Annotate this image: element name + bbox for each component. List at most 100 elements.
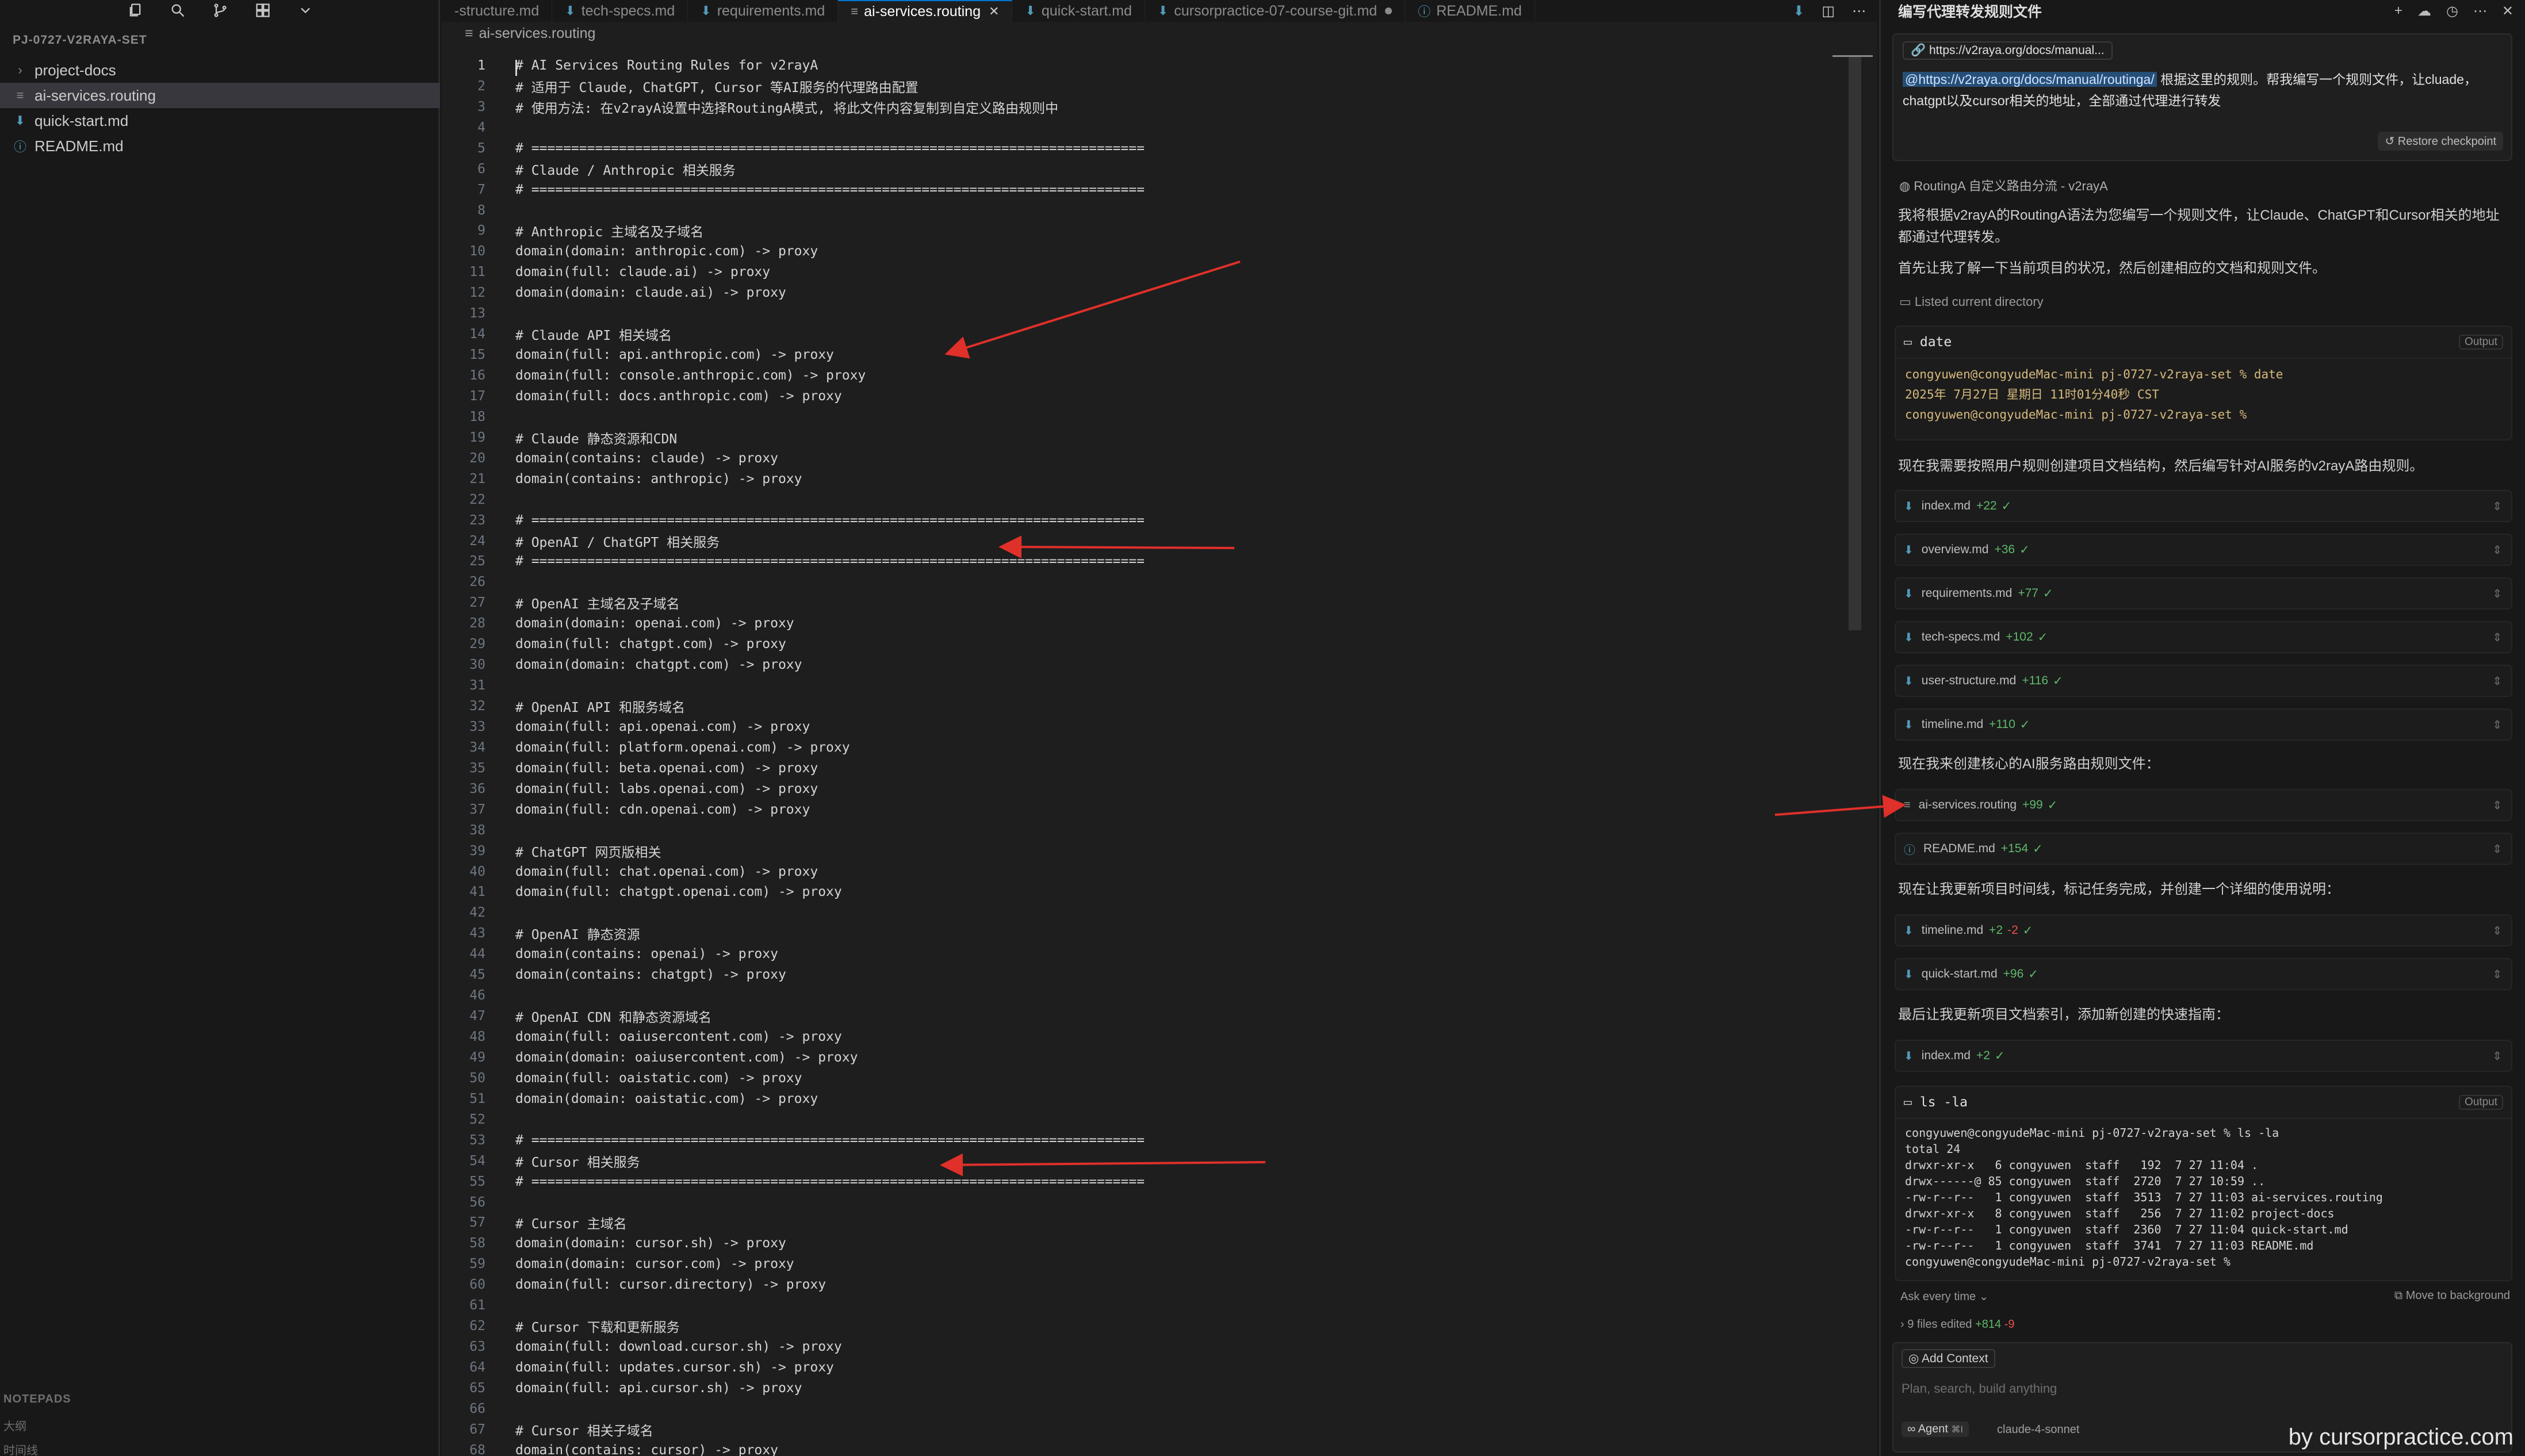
code-line[interactable]: 48 domain(full: oaiusercontent.com) -> pr…	[442, 1026, 1862, 1047]
expand-icon[interactable]: ⇕	[2492, 718, 2502, 732]
tree-item-project-docs[interactable]: › project-docs	[0, 58, 440, 83]
file-edit-row[interactable]: ⬇ timeline.md +2 -2 ✓ ⇕	[1895, 914, 2512, 947]
expand-icon[interactable]: ⇕	[2492, 630, 2502, 645]
terminal-block-ls[interactable]: ▭ ls -la Output congyuwen@congyudeMac-mini…	[1895, 1086, 2512, 1281]
code-line[interactable]: 28 domain(domain: openai.com) -> proxy	[442, 613, 1862, 634]
code-line[interactable]: 56	[442, 1192, 1862, 1213]
code-line[interactable]: 29 domain(full: chatgpt.com) -> proxy	[442, 634, 1862, 654]
tab-tech-specs[interactable]: ⬇ tech-specs.md	[552, 0, 688, 22]
code-line[interactable]: 2 # 适用于 Claude, ChatGPT, Cursor 等AI服务的代理路…	[442, 76, 1862, 97]
code-line[interactable]: 19 # Claude 静态资源和CDN	[442, 427, 1862, 448]
file-edit-row[interactable]: ⬇ index.md +2 ✓ ⇕	[1895, 1040, 2512, 1072]
split-editor-icon[interactable]: ◫	[1822, 3, 1835, 20]
code-line[interactable]: 60 domain(full: cursor.directory) -> prox…	[442, 1274, 1862, 1295]
code-line[interactable]: 49 domain(domain: oaiusercontent.com) -> …	[442, 1047, 1862, 1068]
files-icon[interactable]	[127, 2, 144, 20]
code-line[interactable]: 61	[442, 1295, 1862, 1316]
markdown-preview-icon[interactable]: ⬇	[1793, 3, 1804, 20]
restore-checkpoint-button[interactable]: ↺ Restore checkpoint	[2378, 132, 2503, 151]
code-line[interactable]: 53 # ====================================…	[442, 1130, 1862, 1151]
tab-readme[interactable]: ⓘ README.md	[1405, 0, 1535, 22]
code-line[interactable]: 67 # Cursor 相关子域名	[442, 1419, 1862, 1440]
code-line[interactable]: 55 # ====================================…	[442, 1171, 1862, 1192]
search-icon[interactable]	[169, 2, 186, 20]
code-line[interactable]: 32 # OpenAI API 和服务域名	[442, 696, 1862, 716]
code-line[interactable]: 51 domain(domain: oaistatic.com) -> proxy	[442, 1089, 1862, 1109]
code-line[interactable]: 7 # =====================================…	[442, 179, 1862, 200]
cloud-icon[interactable]: ☁	[2417, 3, 2431, 20]
file-edit-row[interactable]: ⬇ requirements.md +77 ✓ ⇕	[1895, 577, 2512, 610]
more-icon[interactable]: ⋯	[1852, 3, 1866, 20]
outline-section[interactable]: 大纲	[0, 1417, 440, 1434]
code-line[interactable]: 31	[442, 675, 1862, 696]
code-line[interactable]: 39 # ChatGPT 网页版相关	[442, 841, 1862, 861]
code-line[interactable]: 63 domain(full: download.cursor.sh) -> pr…	[442, 1336, 1862, 1357]
code-line[interactable]: 57 # Cursor 主域名	[442, 1213, 1862, 1233]
code-line[interactable]: 68 domain(contains: cursor) -> proxy	[442, 1440, 1862, 1456]
code-line[interactable]: 17 domain(full: docs.anthropic.com) -> pr…	[442, 386, 1862, 407]
code-line[interactable]: 66	[442, 1398, 1862, 1419]
code-line[interactable]: 41 domain(full: chatgpt.openai.com) -> pr…	[442, 882, 1862, 903]
code-line[interactable]: 15 domain(full: api.anthropic.com) -> pro…	[442, 344, 1862, 365]
ask-every-time-select[interactable]: Ask every time ⌄	[1900, 1289, 1988, 1304]
files-edited-summary[interactable]: › 9 files edited +814 -9	[1900, 1318, 2015, 1331]
source-control-icon[interactable]	[212, 2, 229, 20]
code-line[interactable]: 1 # AI Services Routing Rules for v2rayA	[442, 55, 1862, 76]
history-icon[interactable]: ◷	[2446, 3, 2458, 20]
code-line[interactable]: 44 domain(contains: openai) -> proxy	[442, 944, 1862, 964]
code-line[interactable]: 42	[442, 902, 1862, 923]
add-context-button[interactable]: ◎ Add Context	[1902, 1349, 1995, 1368]
file-edit-row[interactable]: ≡ ai-services.routing +99 ✓ ⇕	[1895, 789, 2512, 821]
code-line[interactable]: 46	[442, 985, 1862, 1006]
timeline-section[interactable]: 时间线	[0, 1441, 440, 1456]
tree-item-readme[interactable]: ⓘ README.md	[0, 133, 440, 159]
code-line[interactable]: 3 # 使用方法: 在v2rayA设置中选择RoutingA模式, 将此文件内容复…	[442, 97, 1862, 117]
output-badge[interactable]: Output	[2458, 335, 2503, 350]
expand-icon[interactable]: ⇕	[2492, 967, 2502, 982]
source-reference[interactable]: ◍ RoutingA 自定义路由分流 - v2rayA	[1899, 176, 2108, 194]
file-edit-row[interactable]: ⬇ quick-start.md +96 ✓ ⇕	[1895, 958, 2512, 990]
model-select[interactable]: claude-4-sonnet	[1997, 1423, 2079, 1436]
notepads-section[interactable]: NOTEPADS	[0, 1393, 440, 1406]
code-line[interactable]: 30 domain(domain: chatgpt.com) -> proxy	[442, 654, 1862, 675]
code-line[interactable]: 12 domain(domain: claude.ai) -> proxy	[442, 282, 1862, 303]
code-line[interactable]: 16 domain(full: console.anthropic.com) ->…	[442, 365, 1862, 386]
chat-input-placeholder[interactable]: Plan, search, build anything	[1902, 1381, 2057, 1396]
code-line[interactable]: 45 domain(contains: chatgpt) -> proxy	[442, 964, 1862, 985]
close-icon[interactable]: ✕	[989, 4, 999, 19]
file-edit-row[interactable]: ⬇ timeline.md +110 ✓ ⇕	[1895, 708, 2512, 741]
tool-listed-directory[interactable]: ▭ Listed current directory	[1899, 294, 2044, 309]
file-edit-row[interactable]: ⬇ index.md +22 ✓ ⇕	[1895, 490, 2512, 522]
code-line[interactable]: 50 domain(full: oaistatic.com) -> proxy	[442, 1068, 1862, 1089]
code-line[interactable]: 11 domain(full: claude.ai) -> proxy	[442, 262, 1862, 282]
code-line[interactable]: 6 # Claude / Anthropic 相关服务	[442, 159, 1862, 179]
tab-quick-start[interactable]: ⬇ quick-start.md	[1012, 0, 1145, 22]
code-line[interactable]: 13	[442, 303, 1862, 324]
move-to-background-button[interactable]: ⧉ Move to background	[2394, 1289, 2510, 1302]
expand-icon[interactable]: ⇕	[2492, 499, 2502, 514]
plus-icon[interactable]: +	[2394, 3, 2402, 19]
code-line[interactable]: 33 domain(full: api.openai.com) -> proxy	[442, 716, 1862, 737]
code-line[interactable]: 18	[442, 407, 1862, 427]
code-line[interactable]: 43 # OpenAI 静态资源	[442, 923, 1862, 944]
code-line[interactable]: 65 domain(full: api.cursor.sh) -> proxy	[442, 1378, 1862, 1398]
url-mention[interactable]: @https://v2raya.org/docs/manual/routinga…	[1903, 72, 2157, 87]
code-line[interactable]: 4	[442, 117, 1862, 138]
breadcrumb[interactable]: ≡ ai-services.routing	[442, 22, 1877, 45]
code-line[interactable]: 34 domain(full: platform.openai.com) -> p…	[442, 737, 1862, 758]
code-line[interactable]: 35 domain(full: beta.openai.com) -> proxy	[442, 758, 1862, 779]
code-line[interactable]: 24 # OpenAI / ChatGPT 相关服务	[442, 531, 1862, 551]
code-line[interactable]: 26	[442, 572, 1862, 592]
code-line[interactable]: 14 # Claude API 相关域名	[442, 324, 1862, 344]
code-line[interactable]: 64 domain(full: updates.cursor.sh) -> pro…	[442, 1357, 1862, 1378]
code-line[interactable]: 27 # OpenAI 主域名及子域名	[442, 592, 1862, 613]
code-line[interactable]: 58 domain(domain: cursor.sh) -> proxy	[442, 1233, 1862, 1254]
code-line[interactable]: 47 # OpenAI CDN 和静态资源域名	[442, 1006, 1862, 1026]
url-context-chip[interactable]: 🔗 https://v2raya.org/docs/manual...	[1903, 41, 2113, 60]
code-line[interactable]: 5 # =====================================…	[442, 138, 1862, 159]
expand-icon[interactable]: ⇕	[2492, 924, 2502, 938]
tab-ai-services-routing[interactable]: ≡ ai-services.routing ✕	[838, 0, 1013, 22]
tree-item-ai-services-routing[interactable]: ≡ ai-services.routing	[0, 83, 440, 108]
code-line[interactable]: 9 # Anthropic 主域名及子域名	[442, 221, 1862, 242]
code-line[interactable]: 25 # ====================================…	[442, 551, 1862, 572]
